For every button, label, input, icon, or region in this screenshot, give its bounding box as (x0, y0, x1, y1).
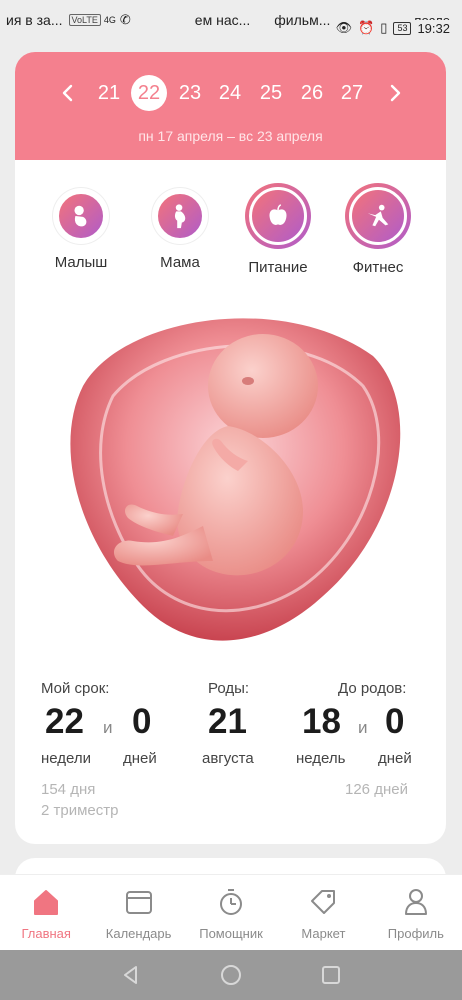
nav-market[interactable]: Маркет (277, 875, 369, 950)
category-mom-label: Мама (160, 254, 200, 271)
category-fitness-circle (345, 183, 411, 249)
whatsapp-icon: ✆ (119, 12, 131, 27)
week-date-range: пн 17 апреля – вс 23 апреля (138, 128, 323, 144)
recent-apps-square-icon[interactable] (320, 964, 342, 986)
term-label: Мой срок: (41, 680, 110, 697)
week-navigator: 21 22 23 24 25 26 27 пн 17 апреля – вс 2… (15, 52, 446, 160)
pregnancy-card: 21 22 23 24 25 26 27 пн 17 апреля – вс 2… (15, 52, 446, 844)
days-left: 126 дней (345, 781, 408, 798)
category-mom[interactable]: Мама (135, 188, 225, 271)
alarm-icon: ⏰ (358, 20, 375, 35)
battery-icon: 53 (393, 21, 412, 35)
term-days-unit: дней (123, 750, 157, 767)
week-27[interactable]: 27 (334, 78, 370, 108)
week-25[interactable]: 25 (253, 78, 289, 108)
apple-icon (249, 187, 307, 245)
fitness-icon (349, 187, 407, 245)
status-icons: 👁 ⏰ ▯ 53 19:32 (329, 20, 450, 36)
system-navigation-bar (0, 950, 462, 1000)
nav-profile[interactable]: Профиль (370, 875, 462, 950)
term-weeks-value: 22 (45, 702, 84, 741)
category-baby[interactable]: Малыш (36, 188, 126, 271)
remaining-weeks-value: 18 (302, 702, 341, 741)
baby-icon (56, 191, 106, 241)
remaining-label: До родов: (338, 680, 407, 697)
due-month: августа (202, 750, 254, 767)
home-icon (34, 890, 59, 915)
vibrate-icon: ▯ (380, 20, 388, 35)
next-week-button[interactable] (381, 78, 411, 108)
week-23[interactable]: 23 (172, 78, 208, 108)
notification-1: ия в за... (6, 12, 63, 28)
home-circle-icon[interactable] (220, 964, 242, 986)
term-days-value: 0 (132, 702, 152, 741)
week-24[interactable]: 24 (212, 78, 248, 108)
pregnant-woman-icon (155, 191, 205, 241)
nav-assistant[interactable]: Помощник (185, 875, 277, 950)
nav-assistant-label: Помощник (199, 926, 263, 941)
notification-3: фильм... (274, 12, 331, 28)
stopwatch-icon (220, 889, 243, 915)
category-nutrition-label: Питание (248, 259, 308, 276)
tag-icon (311, 890, 336, 914)
calendar-icon (125, 891, 152, 914)
previous-week-button[interactable] (52, 78, 82, 108)
category-fitness-label: Фитнес (352, 259, 404, 276)
week-26[interactable]: 26 (294, 78, 330, 108)
eye-icon: 👁 (335, 20, 353, 35)
category-nutrition[interactable]: Питание (233, 183, 323, 276)
back-triangle-icon[interactable] (120, 964, 142, 986)
category-baby-label: Малыш (54, 254, 108, 271)
category-nutrition-circle (245, 183, 311, 249)
bottom-navigation: Главная Календарь Помощник Маркет Профил… (0, 874, 462, 950)
nav-home-label: Главная (21, 926, 71, 941)
week-22-selected[interactable]: 22 (131, 75, 167, 111)
chevron-right-icon (390, 84, 401, 102)
chevron-left-icon (62, 84, 73, 102)
category-fitness[interactable]: Фитнес (333, 183, 423, 276)
category-baby-circle (53, 188, 109, 244)
remaining-weeks-unit: недель (296, 750, 346, 767)
nav-market-label: Маркет (301, 926, 346, 941)
nav-profile-label: Профиль (387, 926, 444, 941)
pregnancy-stats: Мой срок: 22 и 0 недели дней Роды: 21 ав… (15, 680, 446, 830)
category-mom-circle (152, 188, 208, 244)
due-day-value: 21 (208, 702, 247, 741)
week-21[interactable]: 21 (91, 78, 127, 108)
volte-badge: VoLTE (68, 14, 101, 26)
nav-calendar-label: Календарь (105, 926, 172, 941)
term-weeks-unit: недели (41, 750, 92, 767)
notification-2: ем нас... (194, 12, 251, 28)
fetus-image (70, 318, 401, 641)
clock-time: 19:32 (417, 20, 450, 36)
due-label: Роды: (208, 680, 250, 697)
nav-home[interactable]: Главная (0, 875, 92, 950)
nav-calendar[interactable]: Календарь (92, 875, 184, 950)
term-and: и (103, 718, 113, 737)
profile-icon (404, 889, 427, 915)
remaining-days-unit: дней (378, 750, 412, 767)
signal-label: 4G (103, 15, 116, 25)
days-passed: 154 дня (41, 781, 96, 798)
remaining-and: и (358, 718, 368, 737)
fetus-illustration[interactable] (53, 296, 409, 652)
remaining-days-value: 0 (385, 702, 405, 741)
trimester: 2 триместр (41, 802, 119, 819)
